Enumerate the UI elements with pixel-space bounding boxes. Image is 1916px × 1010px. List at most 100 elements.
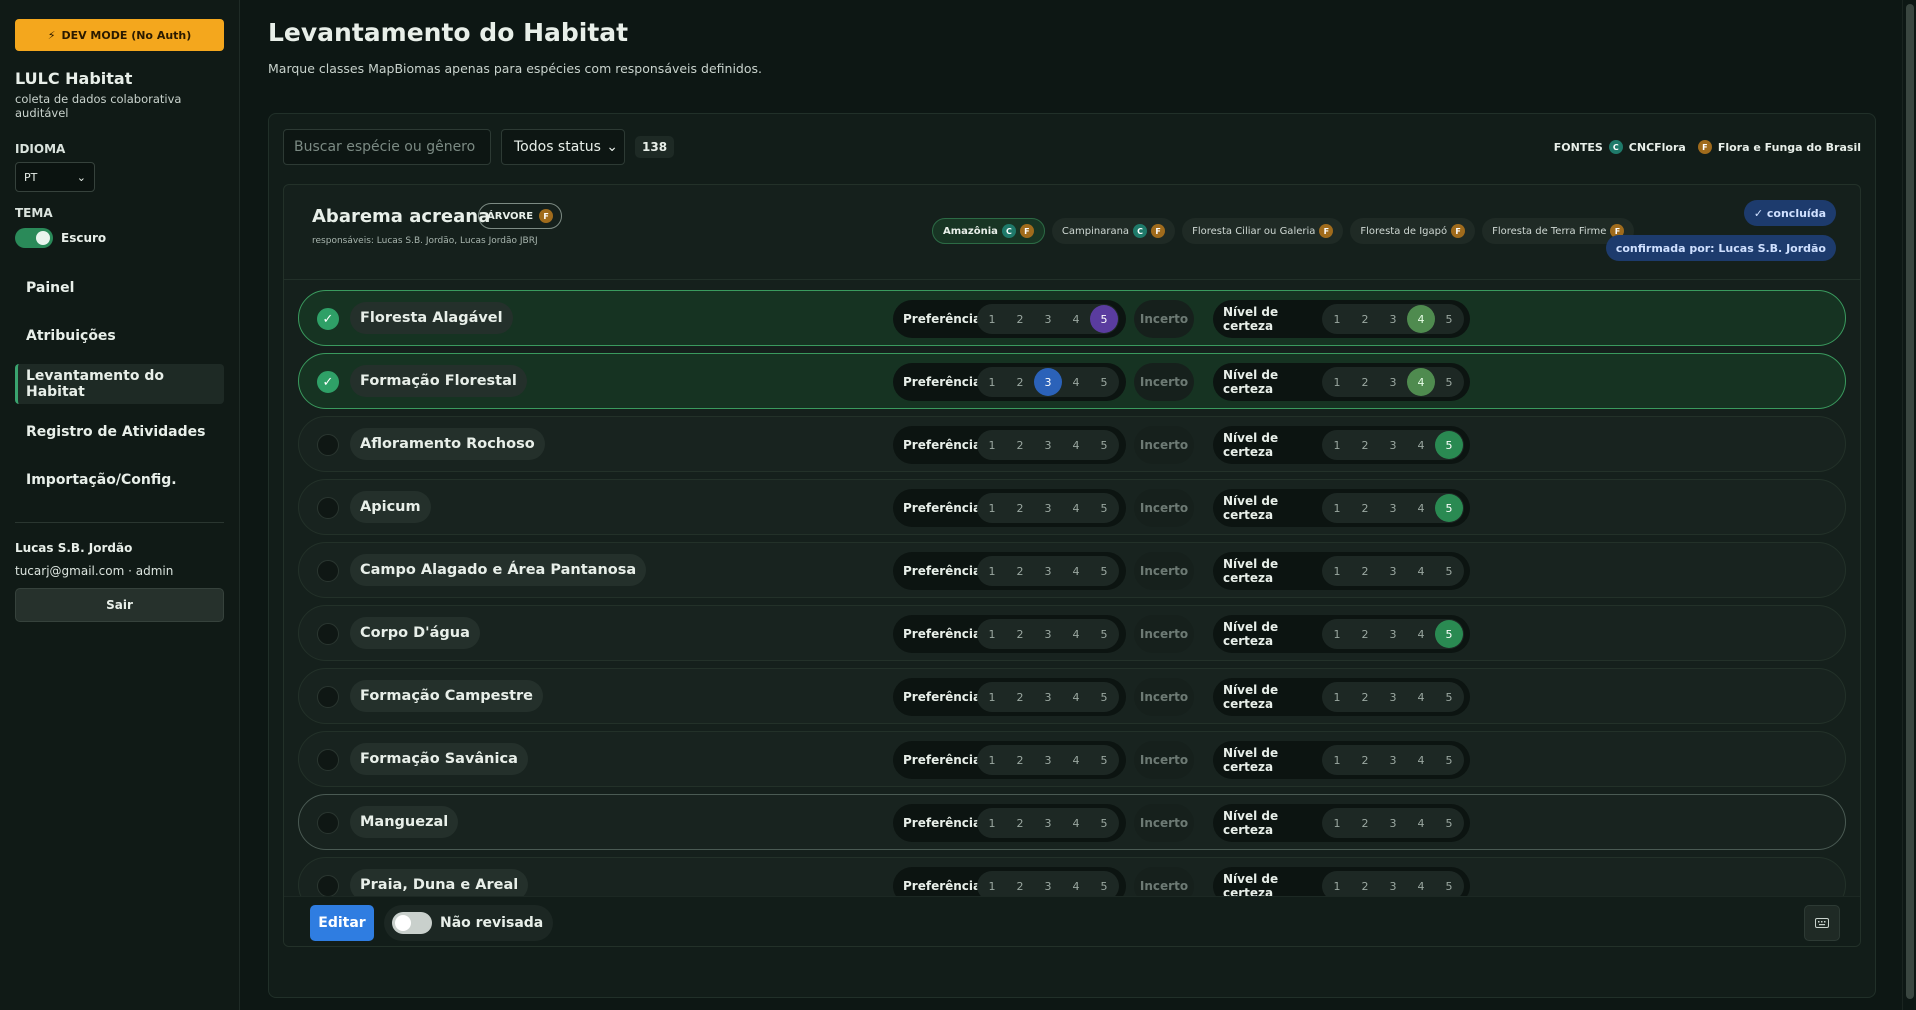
preference-option-1[interactable]: 1 — [978, 431, 1006, 459]
preference-option-2[interactable]: 2 — [1006, 494, 1034, 522]
preference-option-2[interactable]: 2 — [1006, 809, 1034, 837]
biome-chip[interactable]: Floresta de Igapó F — [1350, 218, 1476, 244]
sidebar-item-importacao[interactable]: Importação/Config. — [15, 460, 224, 500]
preference-option-3[interactable]: 3 — [1034, 683, 1062, 711]
preference-option-2[interactable]: 2 — [1006, 305, 1034, 333]
preference-option-4[interactable]: 4 — [1062, 431, 1090, 459]
certainty-option-1[interactable]: 1 — [1323, 368, 1351, 396]
checkmark-icon[interactable]: ✓ — [317, 308, 339, 330]
preference-option-1[interactable]: 1 — [978, 746, 1006, 774]
uncertain-button[interactable]: Incerto — [1134, 552, 1194, 590]
certainty-option-4[interactable]: 4 — [1407, 746, 1435, 774]
edit-button[interactable]: Editar — [310, 905, 374, 941]
preference-option-5[interactable]: 5 — [1090, 431, 1118, 459]
preference-option-3[interactable]: 3 — [1034, 557, 1062, 585]
theme-toggle[interactable] — [15, 228, 53, 248]
certainty-option-3[interactable]: 3 — [1379, 431, 1407, 459]
certainty-option-3[interactable]: 3 — [1379, 557, 1407, 585]
uncertain-button[interactable]: Incerto — [1134, 678, 1194, 716]
certainty-option-3[interactable]: 3 — [1379, 305, 1407, 333]
preference-option-2[interactable]: 2 — [1006, 620, 1034, 648]
preference-option-3[interactable]: 3 — [1034, 746, 1062, 774]
certainty-option-5[interactable]: 5 — [1435, 683, 1463, 711]
certainty-option-2[interactable]: 2 — [1351, 431, 1379, 459]
certainty-option-3[interactable]: 3 — [1379, 620, 1407, 648]
sidebar-item-levantamento[interactable]: Levantamento do Habitat — [15, 364, 224, 404]
uncertain-button[interactable]: Incerto — [1134, 741, 1194, 779]
certainty-option-5[interactable]: 5 — [1435, 809, 1463, 837]
certainty-option-5[interactable]: 5 — [1435, 305, 1463, 333]
certainty-option-1[interactable]: 1 — [1323, 683, 1351, 711]
preference-option-5[interactable]: 5 — [1090, 557, 1118, 585]
certainty-option-3[interactable]: 3 — [1379, 809, 1407, 837]
preference-option-5[interactable]: 5 — [1090, 746, 1118, 774]
preference-option-4[interactable]: 4 — [1062, 620, 1090, 648]
habitat-checkbox[interactable] — [317, 875, 339, 897]
preference-option-2[interactable]: 2 — [1006, 431, 1034, 459]
certainty-option-5[interactable]: 5 — [1435, 431, 1463, 459]
certainty-option-5[interactable]: 5 — [1435, 494, 1463, 522]
certainty-option-2[interactable]: 2 — [1351, 557, 1379, 585]
certainty-option-2[interactable]: 2 — [1351, 494, 1379, 522]
preference-option-3[interactable]: 3 — [1034, 368, 1062, 396]
sidebar-item-atribuicoes[interactable]: Atribuições — [15, 316, 224, 356]
preference-option-2[interactable]: 2 — [1006, 557, 1034, 585]
preference-option-4[interactable]: 4 — [1062, 557, 1090, 585]
habitat-checkbox[interactable] — [317, 623, 339, 645]
search-input[interactable]: Buscar espécie ou gênero — [283, 129, 491, 165]
status-select[interactable]: Todos status ⌄ — [501, 129, 625, 165]
uncertain-button[interactable]: Incerto — [1134, 426, 1194, 464]
certainty-option-5[interactable]: 5 — [1435, 620, 1463, 648]
preference-option-3[interactable]: 3 — [1034, 809, 1062, 837]
preference-option-4[interactable]: 4 — [1062, 683, 1090, 711]
certainty-option-3[interactable]: 3 — [1379, 494, 1407, 522]
preference-option-2[interactable]: 2 — [1006, 683, 1034, 711]
certainty-option-5[interactable]: 5 — [1435, 368, 1463, 396]
preference-option-4[interactable]: 4 — [1062, 368, 1090, 396]
certainty-option-1[interactable]: 1 — [1323, 431, 1351, 459]
logout-button[interactable]: Sair — [15, 588, 224, 622]
uncertain-button[interactable]: Incerto — [1134, 300, 1194, 338]
uncertain-button[interactable]: Incerto — [1134, 804, 1194, 842]
keyboard-shortcuts-button[interactable] — [1804, 905, 1840, 941]
language-select[interactable]: PT ⌄ — [15, 162, 95, 192]
preference-option-3[interactable]: 3 — [1034, 620, 1062, 648]
review-switch[interactable] — [392, 912, 432, 934]
certainty-option-4[interactable]: 4 — [1407, 809, 1435, 837]
certainty-option-3[interactable]: 3 — [1379, 368, 1407, 396]
certainty-option-1[interactable]: 1 — [1323, 494, 1351, 522]
preference-option-4[interactable]: 4 — [1062, 809, 1090, 837]
preference-option-3[interactable]: 3 — [1034, 305, 1062, 333]
uncertain-button[interactable]: Incerto — [1134, 489, 1194, 527]
preference-option-1[interactable]: 1 — [978, 620, 1006, 648]
preference-option-5[interactable]: 5 — [1090, 683, 1118, 711]
certainty-option-3[interactable]: 3 — [1379, 746, 1407, 774]
preference-option-1[interactable]: 1 — [978, 809, 1006, 837]
preference-option-1[interactable]: 1 — [978, 557, 1006, 585]
habitat-checkbox[interactable] — [317, 497, 339, 519]
certainty-option-3[interactable]: 3 — [1379, 683, 1407, 711]
habitat-checkbox[interactable] — [317, 434, 339, 456]
biome-chip[interactable]: Campinarana C F — [1051, 218, 1176, 244]
certainty-option-4[interactable]: 4 — [1407, 557, 1435, 585]
certainty-option-2[interactable]: 2 — [1351, 683, 1379, 711]
sidebar-item-registro[interactable]: Registro de Atividades — [15, 412, 224, 452]
certainty-option-4[interactable]: 4 — [1407, 683, 1435, 711]
preference-option-1[interactable]: 1 — [978, 305, 1006, 333]
preference-option-5[interactable]: 5 — [1090, 368, 1118, 396]
biome-chip[interactable]: Floresta Ciliar ou Galeria F — [1182, 218, 1344, 244]
habitat-checkbox[interactable] — [317, 686, 339, 708]
preference-option-2[interactable]: 2 — [1006, 368, 1034, 396]
preference-option-5[interactable]: 5 — [1090, 809, 1118, 837]
preference-option-1[interactable]: 1 — [978, 683, 1006, 711]
certainty-option-2[interactable]: 2 — [1351, 368, 1379, 396]
certainty-option-4[interactable]: 4 — [1407, 494, 1435, 522]
certainty-option-5[interactable]: 5 — [1435, 746, 1463, 774]
review-toggle[interactable]: Não revisada — [384, 905, 554, 941]
uncertain-button[interactable]: Incerto — [1134, 363, 1194, 401]
certainty-option-4[interactable]: 4 — [1407, 305, 1435, 333]
certainty-option-1[interactable]: 1 — [1323, 746, 1351, 774]
preference-option-4[interactable]: 4 — [1062, 305, 1090, 333]
preference-option-1[interactable]: 1 — [978, 368, 1006, 396]
certainty-option-1[interactable]: 1 — [1323, 305, 1351, 333]
